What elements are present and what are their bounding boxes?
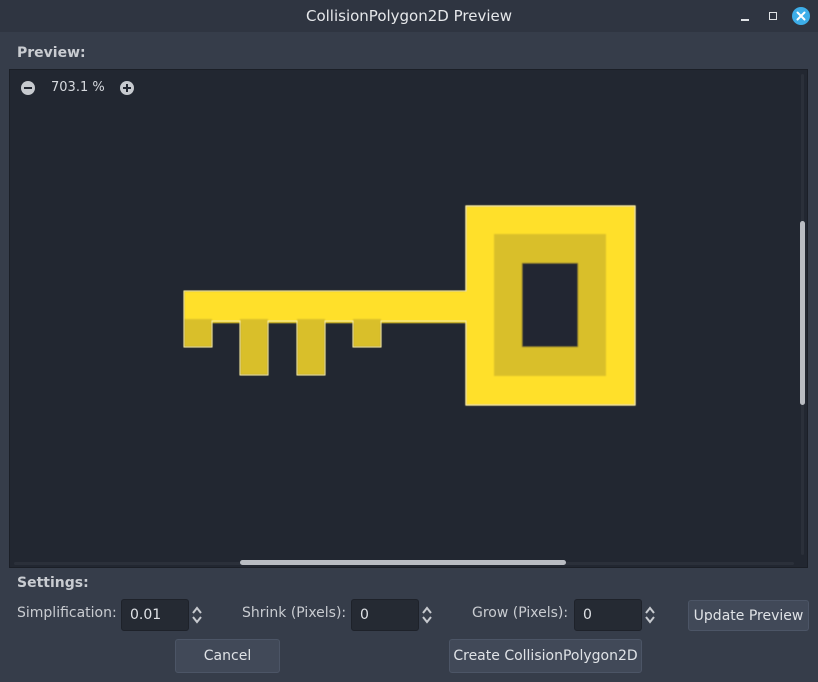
key-tooth [240, 319, 268, 375]
grow-spin-icon[interactable] [644, 605, 656, 625]
grow-label: Grow (Pixels): [472, 605, 569, 621]
horizontal-scrollbar[interactable] [240, 560, 566, 565]
minimize-icon[interactable] [737, 8, 753, 24]
key-tooth [353, 319, 381, 347]
close-icon[interactable] [792, 7, 810, 25]
key-tooth [297, 319, 325, 375]
key-sprite-preview [183, 205, 636, 406]
settings-label: Settings: [17, 575, 89, 591]
key-shaft [184, 291, 467, 319]
simplification-label: Simplification: [17, 605, 117, 621]
create-collision-polygon-button[interactable]: Create CollisionPolygon2D [449, 639, 642, 673]
grow-input[interactable] [574, 599, 642, 631]
key-hole [522, 263, 578, 347]
simplification-spin-icon[interactable] [191, 605, 203, 625]
update-preview-button[interactable]: Update Preview [688, 600, 809, 631]
vertical-scrollbar[interactable] [800, 221, 805, 405]
cancel-button[interactable]: Cancel [175, 639, 280, 673]
shrink-spin-icon[interactable] [421, 605, 433, 625]
simplification-input[interactable] [121, 599, 189, 631]
shrink-input[interactable] [351, 599, 419, 631]
shrink-label: Shrink (Pixels): [242, 605, 347, 621]
maximize-icon[interactable] [765, 8, 781, 24]
title-bar: CollisionPolygon2D Preview [0, 0, 818, 32]
preview-panel[interactable]: 703.1 % [9, 69, 808, 568]
window-title: CollisionPolygon2D Preview [305, 7, 512, 25]
preview-label: Preview: [17, 45, 86, 61]
